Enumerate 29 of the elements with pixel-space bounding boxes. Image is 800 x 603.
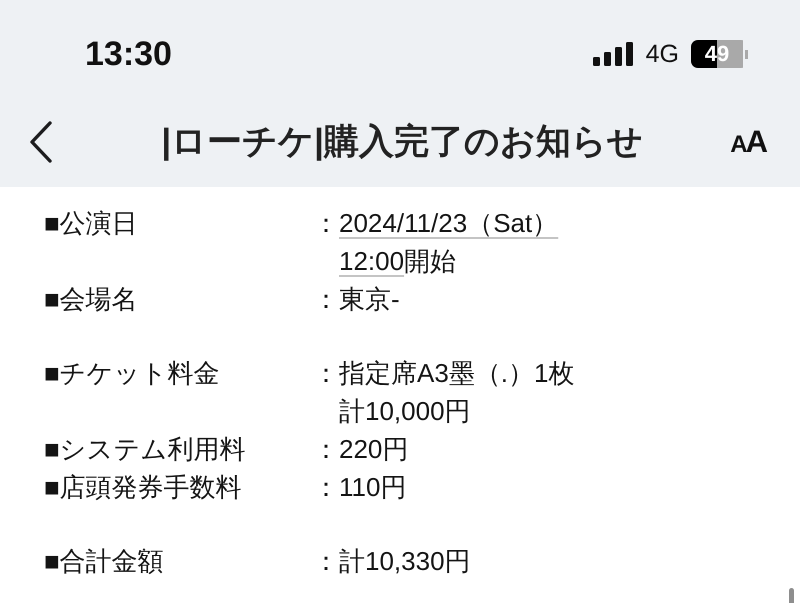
page-title: |ローチケ|購入完了のお知らせ (161, 121, 643, 163)
colon-separator: ： (313, 357, 339, 390)
colon-separator: ： (313, 207, 339, 240)
network-type: 4G (646, 40, 679, 68)
detail-label: ■公演日 (44, 207, 138, 240)
detail-label: ■会場名 (44, 283, 138, 316)
status-time: 13:30 (85, 34, 172, 74)
detail-label: ■チケット料金 (44, 357, 220, 390)
colon-separator: ： (313, 433, 339, 466)
text-size-button[interactable]: AA (730, 126, 766, 157)
detail-value: 計10,330円 (339, 545, 471, 578)
detail-value: 指定席A3墨（.）1枚 (339, 357, 574, 390)
colon-separator: ： (313, 471, 339, 504)
detail-value: 東京- (339, 283, 400, 316)
detail-value: 220円 (339, 433, 408, 466)
colon-separator: ： (313, 545, 339, 578)
scroll-indicator (789, 588, 794, 603)
colon-separator: ： (313, 283, 339, 316)
detail-label: ■合計金額 (44, 545, 164, 578)
detail-label: ■店頭発券手数料 (44, 471, 242, 504)
detail-value: 110円 (339, 471, 406, 504)
detail-link[interactable]: 2024/11/23（Sat） (339, 204, 558, 242)
detail-link[interactable]: 12:00 (339, 242, 404, 280)
detail-value: 開始 (404, 245, 456, 278)
detail-value: 計10,000円 (339, 395, 471, 428)
detail-label: ■システム利用料 (44, 433, 246, 466)
back-icon (28, 120, 54, 164)
back-button[interactable] (28, 120, 54, 164)
signal-icon (592, 42, 633, 66)
